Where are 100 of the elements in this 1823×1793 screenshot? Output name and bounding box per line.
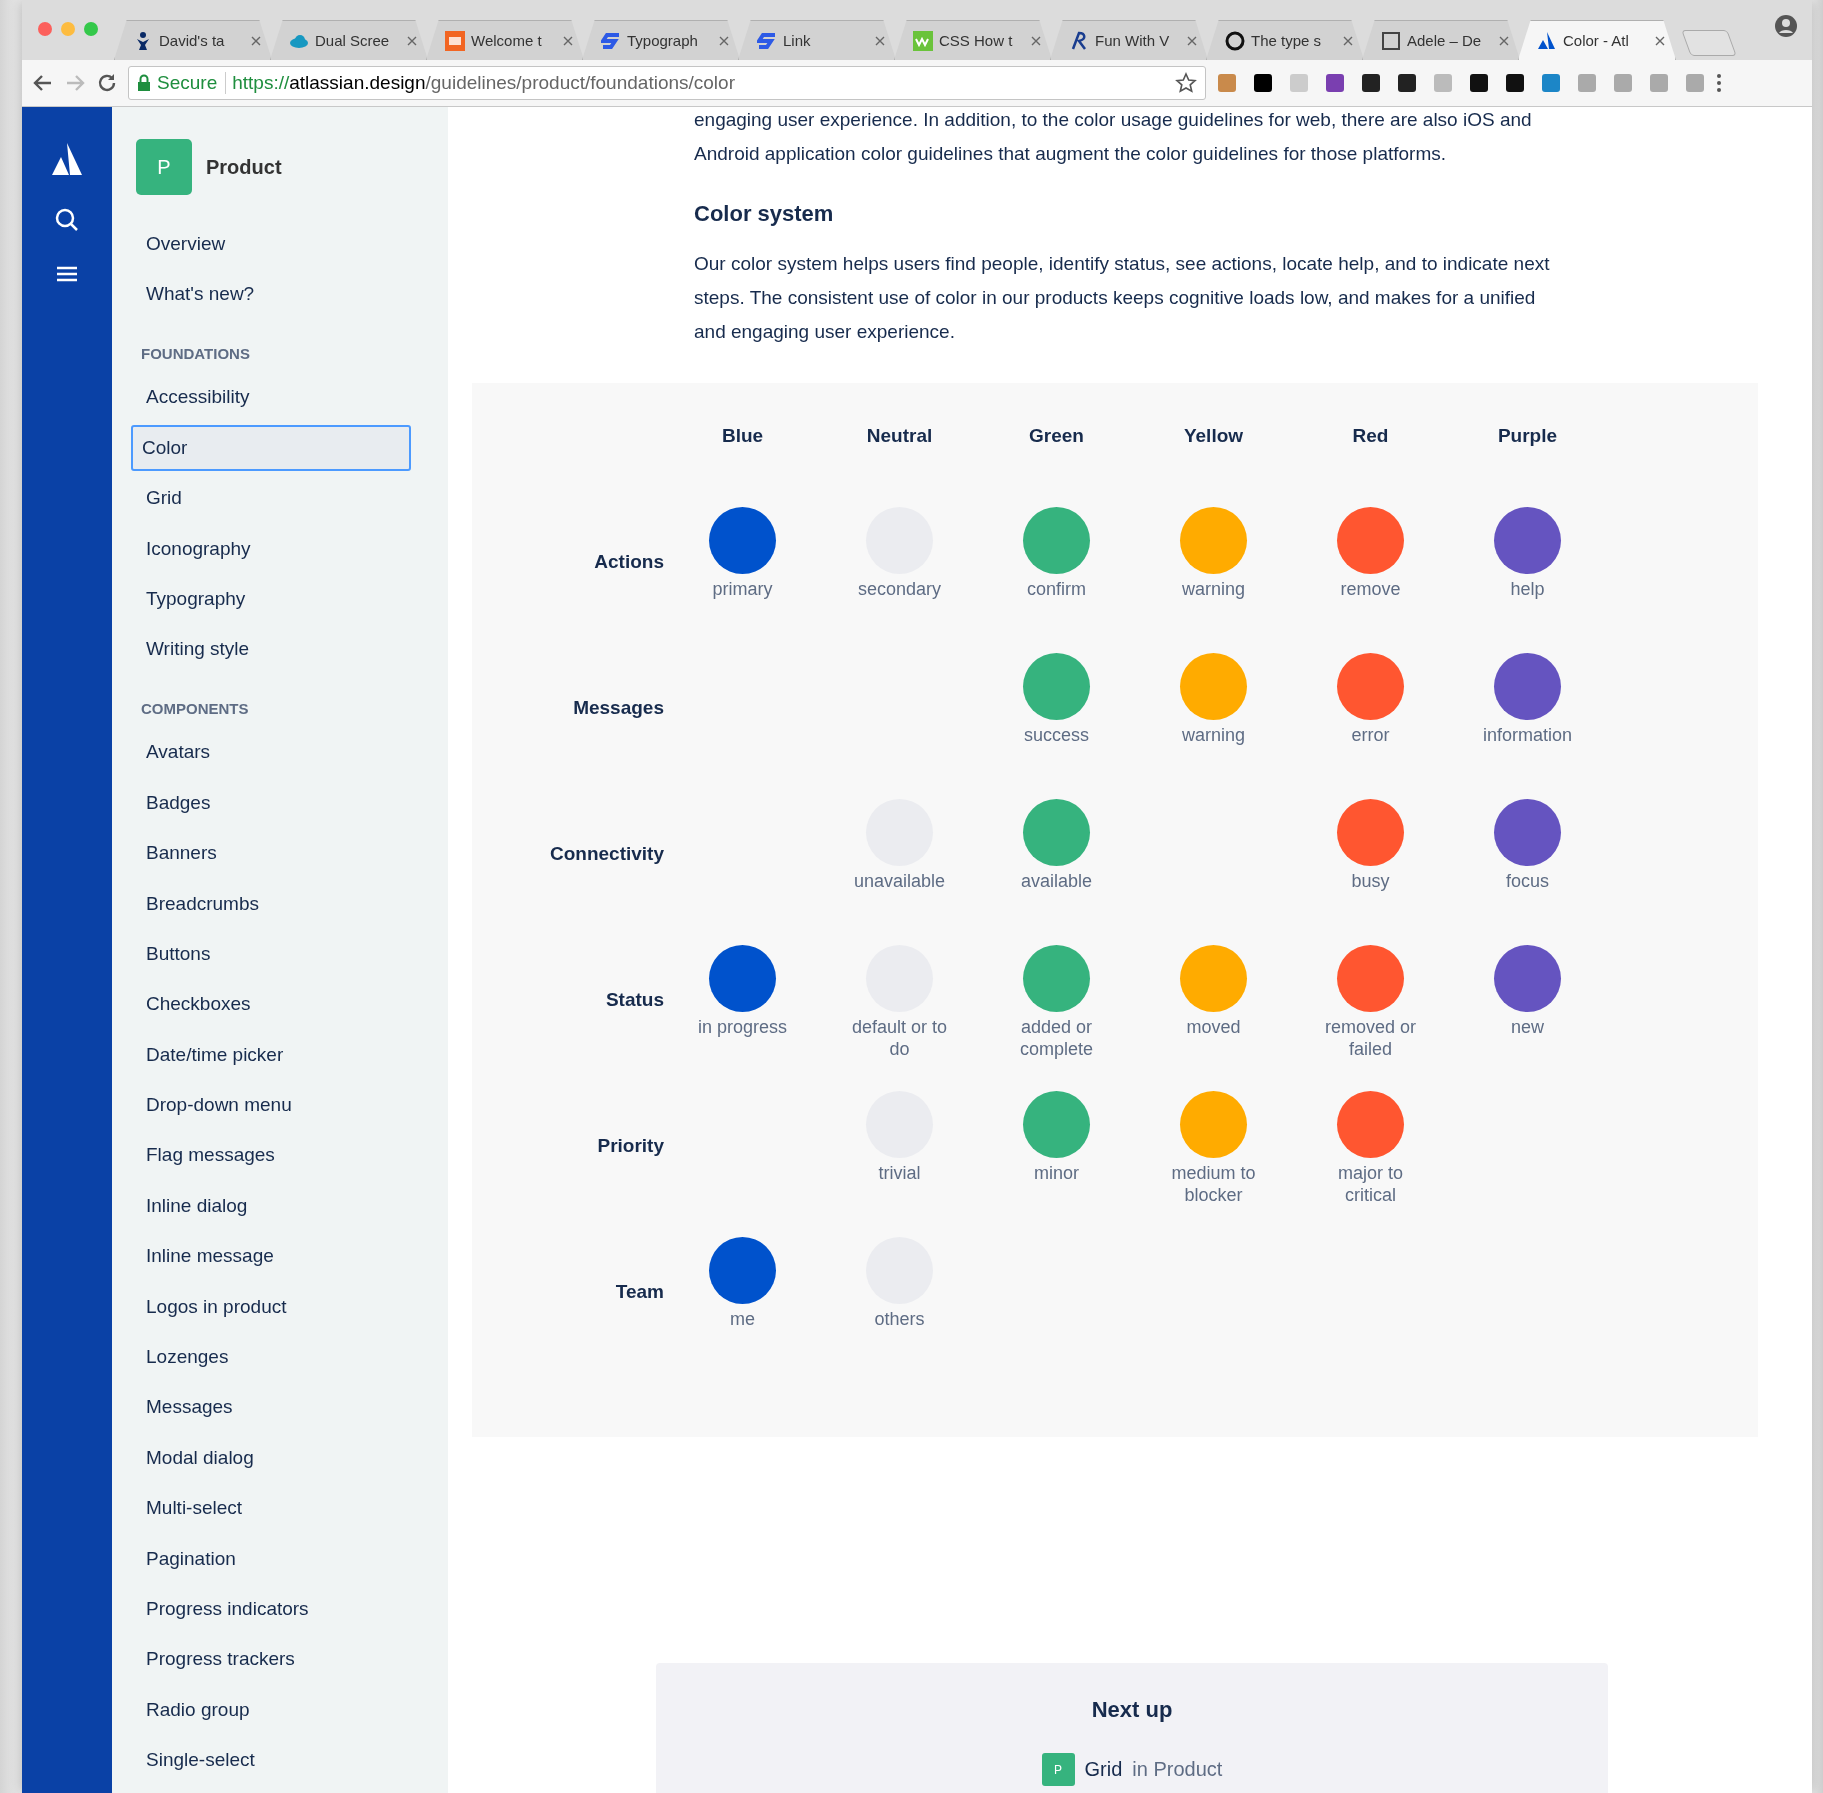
browser-tab[interactable]: Fun With V: [1050, 20, 1208, 60]
profile-icon[interactable]: [1774, 14, 1798, 38]
sidebar-item[interactable]: Messages: [136, 1384, 418, 1431]
sidebar-item[interactable]: Inline message: [136, 1233, 418, 1280]
sidebar-item[interactable]: Progress trackers: [136, 1636, 418, 1683]
sidebar-item[interactable]: Grid: [136, 475, 418, 522]
sidebar-item[interactable]: Accessibility: [136, 374, 418, 421]
section-heading: COMPONENTS: [141, 700, 250, 718]
row-label: Status: [604, 988, 664, 1012]
swatch-label: new: [1510, 1016, 1545, 1038]
close-icon[interactable]: [563, 35, 573, 46]
next-page-link[interactable]: P Grid in Product: [1041, 1753, 1223, 1786]
browser-tab[interactable]: Dual Scree: [270, 20, 428, 60]
section-heading: FOUNDATIONS: [141, 345, 251, 363]
sidebar-item[interactable]: Logos in product: [136, 1283, 418, 1330]
column-heading: Neutral: [865, 425, 934, 448]
sidebar-item[interactable]: Pagination: [136, 1535, 418, 1582]
sidebar-item[interactable]: Inline dialog: [136, 1182, 418, 1229]
swatch-label: information: [1481, 724, 1573, 746]
close-icon[interactable]: [719, 35, 729, 46]
product-name[interactable]: Product: [206, 155, 282, 179]
close-icon[interactable]: [875, 35, 885, 46]
sidebar-item[interactable]: Radio group: [136, 1686, 418, 1733]
swatch-label: in progress: [696, 1016, 788, 1038]
extension-icon[interactable]: [1396, 72, 1418, 94]
browser-tab[interactable]: Welcome t: [426, 20, 584, 60]
sidebar-item[interactable]: Overview: [136, 221, 418, 267]
row-label: Messages: [572, 696, 664, 720]
menu-icon[interactable]: [1716, 72, 1722, 94]
sidebar-item[interactable]: Date/time picker: [136, 1031, 418, 1078]
lock-icon: [137, 74, 151, 92]
swatch-label: confirm: [1026, 578, 1087, 600]
sidebar-item[interactable]: Drop-down menu: [136, 1082, 418, 1129]
column-heading: Green: [1028, 425, 1085, 448]
close-icon[interactable]: [1187, 35, 1197, 46]
ring-icon: [1225, 30, 1245, 51]
sidebar-item[interactable]: Buttons: [136, 930, 418, 977]
swatch-label: busy: [1350, 870, 1391, 892]
sidebar-item[interactable]: Writing style: [136, 626, 418, 673]
browser-tab[interactable]: Link: [738, 20, 896, 60]
search-icon[interactable]: [54, 207, 80, 233]
column-heading: Red: [1351, 425, 1390, 448]
swatch-label: trivial: [877, 1162, 922, 1184]
sidebar-item[interactable]: Lozenges: [136, 1334, 418, 1381]
column-heading: Purple: [1496, 425, 1559, 448]
sidebar-item[interactable]: Color: [131, 424, 411, 471]
browser-tab[interactable]: David's ta: [114, 20, 272, 60]
close-icon[interactable]: [1343, 35, 1353, 46]
sidebar-item[interactable]: Checkboxes: [136, 981, 418, 1028]
script-icon: [1069, 30, 1089, 51]
row-label: Connectivity: [548, 842, 664, 866]
address-bar[interactable]: Secure https://atlassian.design/guidelines/product/foundations/color: [128, 66, 1206, 100]
row-label: Actions: [593, 550, 664, 574]
close-icon[interactable]: [1031, 35, 1041, 46]
sidebar-item[interactable]: Badges: [136, 779, 418, 826]
swatch-label: success: [1023, 724, 1090, 746]
swatch-label: remove: [1339, 578, 1402, 600]
sidebar-item[interactable]: Multi-select: [136, 1485, 418, 1532]
close-icon[interactable]: [1655, 35, 1665, 46]
body-paragraph: Our color system helps users find people, identify status, see actions, locate help, and to indicate next steps. The consistent use of color in our products keeps cognitive loads low, and makes for a unified and engaging user experience.: [694, 252, 1551, 344]
browser-tab[interactable]: Color - Atl: [1518, 20, 1676, 60]
page-name: Grid: [1084, 1758, 1123, 1781]
sidebar-item[interactable]: Banners: [136, 830, 418, 877]
browser-tab[interactable]: Adele – De: [1362, 20, 1520, 60]
star-icon[interactable]: [1175, 72, 1197, 94]
close-icon[interactable]: [1499, 35, 1509, 46]
swatch-label: major to critical: [1337, 1162, 1404, 1206]
close-window-button[interactable]: [38, 22, 52, 36]
swatch-label: others: [873, 1308, 926, 1330]
section-title: Color system: [694, 201, 835, 227]
extension-icon[interactable]: [1360, 72, 1382, 94]
reload-icon[interactable]: [96, 72, 118, 94]
sidebar-item[interactable]: Breadcrumbs: [136, 880, 418, 927]
sidebar-item[interactable]: What's new?: [136, 271, 418, 318]
menu-icon[interactable]: [56, 265, 78, 283]
extension-icon[interactable]: [1504, 72, 1526, 94]
swatch-label: warning: [1180, 578, 1246, 600]
browser-tab[interactable]: CSS How t: [894, 20, 1052, 60]
sidebar-item[interactable]: Avatars: [136, 729, 418, 776]
extension-icon[interactable]: [1468, 72, 1490, 94]
browser-tab[interactable]: The type s: [1206, 20, 1364, 60]
swatch-label: minor: [1033, 1162, 1080, 1184]
s-logo-icon: [757, 30, 777, 51]
sidebar-item[interactable]: Single-select: [136, 1737, 418, 1784]
browser-tab[interactable]: Typograph: [582, 20, 740, 60]
extension-icon[interactable]: [1324, 72, 1346, 94]
sidebar-item[interactable]: Iconography: [136, 525, 418, 572]
row-label: Team: [614, 1280, 664, 1304]
close-icon[interactable]: [407, 35, 417, 46]
close-icon[interactable]: [251, 35, 261, 46]
extension-icon[interactable]: [1252, 72, 1274, 94]
swatch-label: default or to do: [850, 1016, 949, 1060]
page-context: in Product: [1132, 1758, 1223, 1781]
sidebar-item[interactable]: Modal dialog: [136, 1434, 418, 1481]
square-icon: [1381, 30, 1401, 51]
s-logo-icon: [601, 30, 621, 51]
swatch-label: unavailable: [852, 870, 947, 892]
sidebar-item[interactable]: Typography: [136, 575, 418, 622]
sidebar-item[interactable]: Progress indicators: [136, 1586, 418, 1632]
sidebar-item[interactable]: Flag messages: [136, 1132, 418, 1179]
